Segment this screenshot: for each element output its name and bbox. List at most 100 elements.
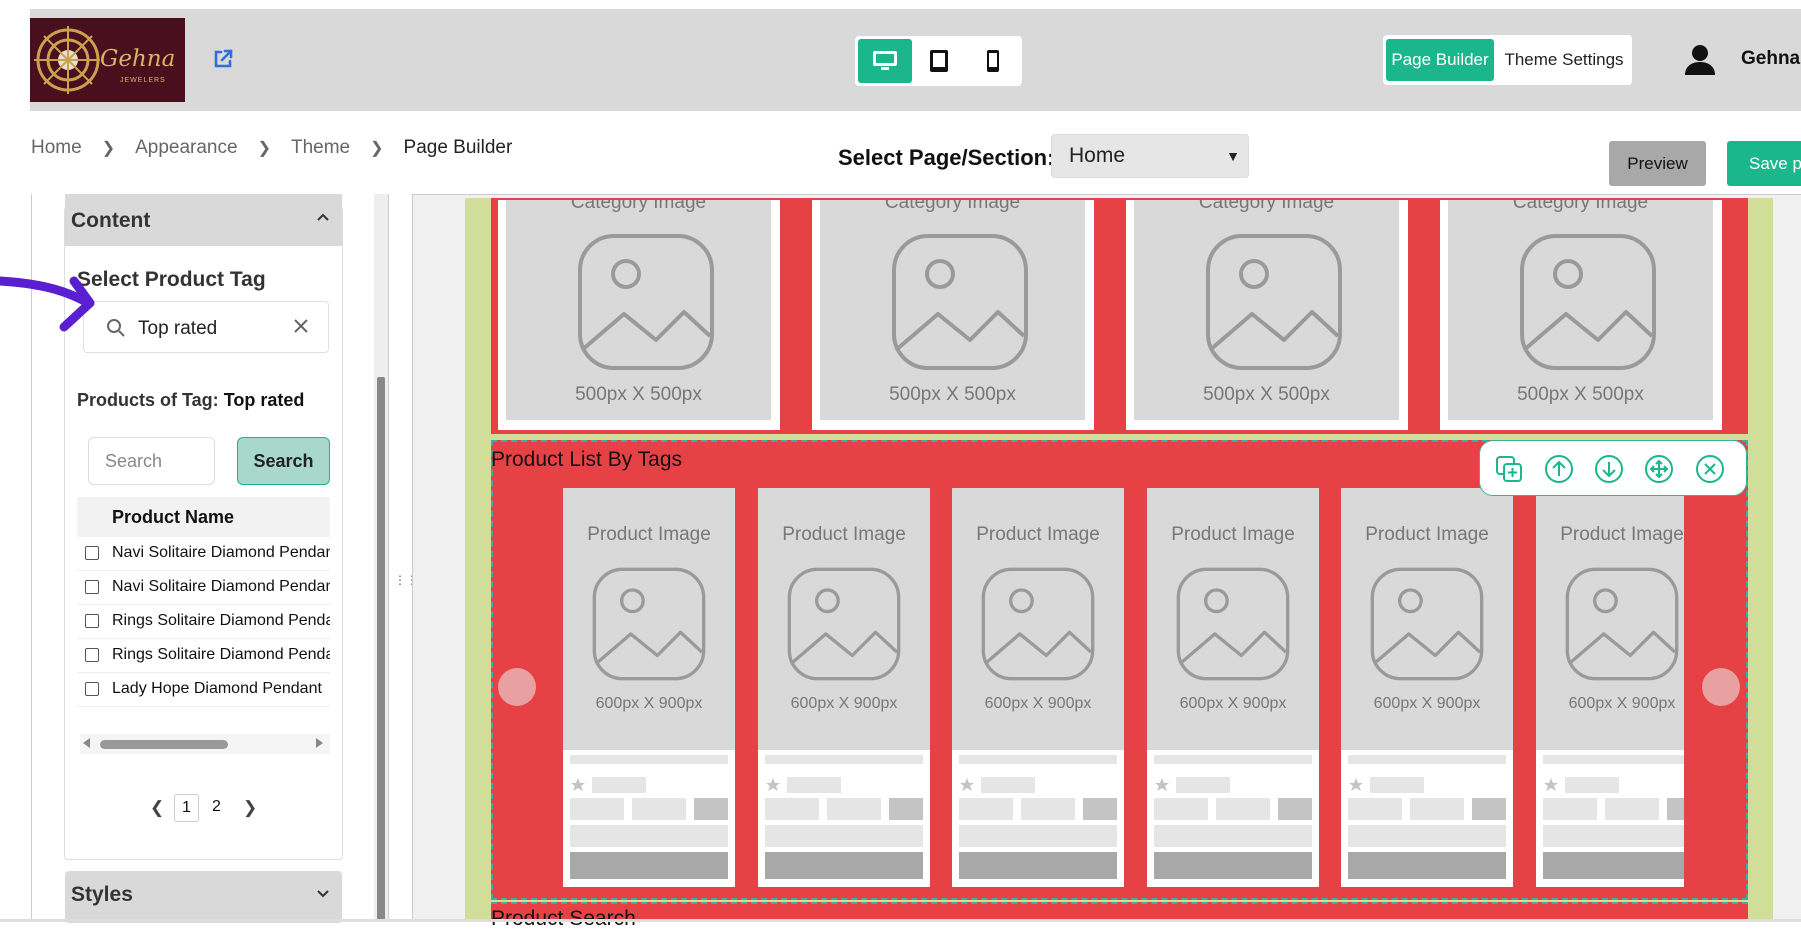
scroll-right-icon[interactable] bbox=[316, 738, 323, 748]
chevron-down-icon[interactable] bbox=[316, 887, 330, 901]
chevron-up-icon[interactable] bbox=[316, 210, 330, 224]
pagination-page-2[interactable]: 2 bbox=[212, 798, 221, 816]
drag-move-icon[interactable] bbox=[1644, 454, 1674, 484]
content-accordion-title: Content bbox=[71, 209, 151, 232]
table-scrollbar-thumb[interactable] bbox=[100, 740, 228, 749]
skeleton-price bbox=[1021, 798, 1075, 820]
skeleton-rating bbox=[1176, 777, 1230, 793]
tablet-view-button[interactable] bbox=[912, 39, 966, 83]
category-image-size: 500px X 500px bbox=[575, 384, 702, 405]
category-card[interactable]: Category Image 500px X 500px bbox=[812, 200, 1094, 430]
mobile-icon bbox=[987, 50, 999, 72]
row-checkbox[interactable] bbox=[85, 546, 99, 560]
product-card[interactable]: Product Image 600px X 900px bbox=[1536, 488, 1708, 887]
product-image-label: Product Image bbox=[1171, 524, 1295, 545]
pagination-prev-icon[interactable]: ❮ bbox=[150, 798, 164, 818]
external-link-icon[interactable] bbox=[211, 47, 235, 71]
star-icon bbox=[571, 778, 585, 791]
skeleton-rating bbox=[592, 777, 646, 793]
image-placeholder-icon bbox=[1565, 567, 1679, 681]
category-card[interactable]: Category Image 500px X 500px bbox=[1126, 200, 1408, 430]
products-of-tag-value: Top rated bbox=[223, 390, 305, 410]
skeleton-price bbox=[1348, 798, 1402, 820]
chevron-right-icon: ❯ bbox=[370, 140, 384, 157]
product-image-size: 600px X 900px bbox=[1179, 695, 1287, 712]
image-placeholder-icon bbox=[1520, 234, 1656, 370]
carousel-next-button[interactable] bbox=[1702, 668, 1740, 706]
skeleton-line bbox=[1348, 825, 1506, 847]
table-row: Navi Solitaire Diamond Pendant bbox=[77, 571, 330, 605]
category-card[interactable]: Category Image 500px X 500px bbox=[1440, 200, 1722, 430]
clear-icon[interactable] bbox=[293, 318, 309, 334]
page-select-dropdown[interactable]: Home ▼ bbox=[1051, 134, 1249, 178]
row-checkbox[interactable] bbox=[85, 682, 99, 696]
preview-button[interactable]: Preview bbox=[1609, 141, 1706, 186]
page-select-value: Home bbox=[1069, 144, 1126, 167]
category-image-size: 500px X 500px bbox=[1203, 384, 1330, 405]
page-builder-button[interactable]: Page Builder bbox=[1386, 39, 1494, 81]
category-card[interactable]: Category Image 500px X 500px bbox=[498, 200, 780, 430]
row-checkbox[interactable] bbox=[85, 580, 99, 594]
product-name-cell: Rings Solitaire Diamond Pendant bbox=[112, 646, 330, 663]
product-image-placeholder: Product Image 600px X 900px bbox=[1147, 488, 1319, 750]
row-checkbox[interactable] bbox=[85, 648, 99, 662]
mobile-view-button[interactable] bbox=[966, 39, 1020, 83]
move-up-icon[interactable] bbox=[1544, 454, 1574, 484]
row-checkbox[interactable] bbox=[85, 614, 99, 628]
table-row: Navi Solitaire Diamond Pendant bbox=[77, 537, 330, 571]
skeleton-price bbox=[1543, 798, 1597, 820]
desktop-view-button[interactable] bbox=[858, 39, 912, 83]
product-image-label: Product Image bbox=[1560, 524, 1684, 545]
skeleton-price bbox=[632, 798, 686, 820]
breadcrumb-page-builder: Page Builder bbox=[403, 137, 513, 158]
image-placeholder-icon bbox=[592, 567, 706, 681]
product-search-input[interactable]: Search bbox=[88, 437, 215, 485]
skeleton-line bbox=[1154, 825, 1312, 847]
star-icon bbox=[1155, 778, 1169, 791]
skeleton-button bbox=[1348, 852, 1506, 879]
breadcrumb-home[interactable]: Home bbox=[31, 137, 82, 159]
brand-logo[interactable]: Gehna JEWELERS bbox=[30, 18, 185, 102]
skeleton-price bbox=[1154, 798, 1208, 820]
user-name[interactable]: Gehna bbox=[1741, 48, 1800, 70]
product-image-size: 600px X 900px bbox=[790, 695, 898, 712]
product-image-placeholder: Product Image 600px X 900px bbox=[758, 488, 930, 750]
skeleton-price bbox=[959, 798, 1013, 820]
skeleton-rating bbox=[981, 777, 1035, 793]
panel-resize-handle[interactable]: ⋮⋮ bbox=[394, 573, 418, 589]
product-image-label: Product Image bbox=[782, 524, 906, 545]
carousel-prev-button[interactable] bbox=[498, 668, 536, 706]
pagination-page-1[interactable]: 1 bbox=[174, 794, 199, 822]
products-of-tag-heading: Products of Tag: Top rated bbox=[77, 390, 304, 411]
table-row: Rings Solitaire Diamond Pendant bbox=[77, 605, 330, 639]
product-card[interactable]: Product Image 600px X 900px bbox=[563, 488, 735, 887]
search-icon bbox=[106, 318, 126, 338]
pagination-next-icon[interactable]: ❯ bbox=[243, 798, 257, 818]
remove-icon[interactable] bbox=[1695, 454, 1725, 484]
panel-scrollbar-thumb[interactable] bbox=[377, 377, 385, 922]
skeleton-line bbox=[765, 825, 923, 847]
product-card[interactable]: Product Image 600px X 900px bbox=[1341, 488, 1513, 887]
skeleton-button bbox=[1154, 852, 1312, 879]
product-image-label: Product Image bbox=[1365, 524, 1489, 545]
user-icon[interactable] bbox=[1683, 44, 1717, 76]
duplicate-icon[interactable] bbox=[1494, 454, 1524, 484]
styles-accordion-title: Styles bbox=[71, 883, 133, 906]
table-row: Rings Solitaire Diamond Pendant bbox=[77, 639, 330, 673]
scroll-left-icon[interactable] bbox=[83, 738, 90, 748]
product-card[interactable]: Product Image 600px X 900px bbox=[952, 488, 1124, 887]
product-image-placeholder: Product Image 600px X 900px bbox=[1341, 488, 1513, 750]
tag-select-value: Top rated bbox=[138, 318, 218, 339]
theme-settings-button[interactable]: Theme Settings bbox=[1500, 39, 1628, 81]
product-card[interactable]: Product Image 600px X 900px bbox=[1147, 488, 1319, 887]
product-search-button[interactable]: Search bbox=[237, 437, 330, 485]
move-down-icon[interactable] bbox=[1594, 454, 1624, 484]
product-card[interactable]: Product Image 600px X 900px bbox=[758, 488, 930, 887]
image-placeholder-icon bbox=[1176, 567, 1290, 681]
breadcrumb-appearance[interactable]: Appearance bbox=[135, 137, 237, 159]
breadcrumb-theme[interactable]: Theme bbox=[291, 137, 350, 159]
mode-toggle-group: Page Builder Theme Settings bbox=[1383, 35, 1632, 85]
chevron-right-icon: ❯ bbox=[257, 140, 271, 157]
star-icon bbox=[1544, 778, 1558, 791]
save-page-button[interactable]: Save pa bbox=[1727, 141, 1801, 186]
